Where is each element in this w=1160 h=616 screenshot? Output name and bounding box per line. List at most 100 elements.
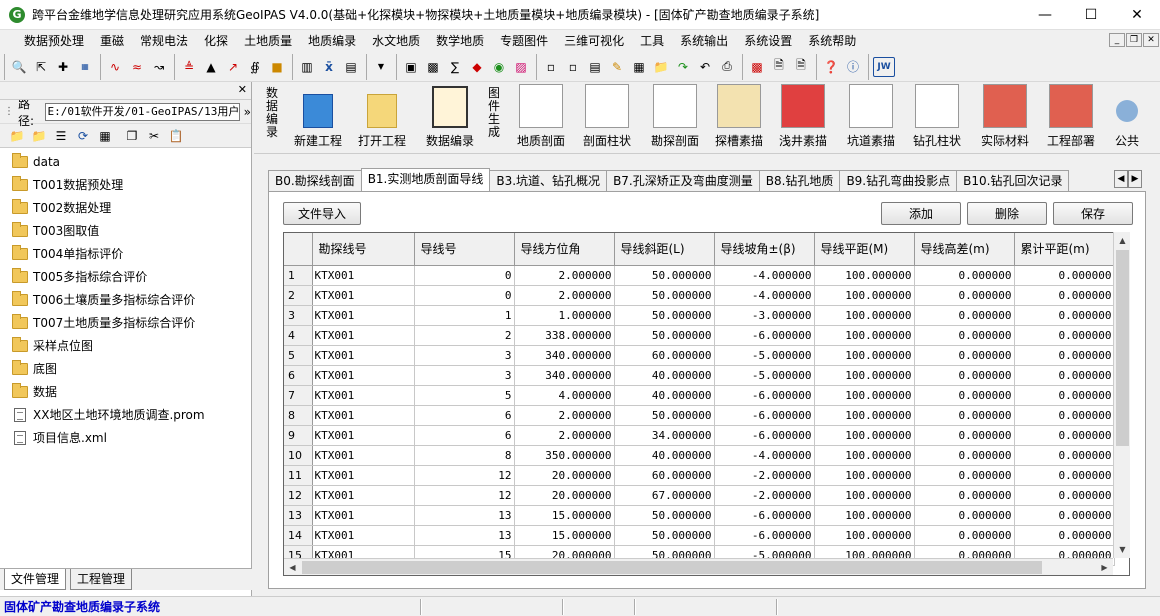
table-cell[interactable]: 13 (414, 505, 515, 526)
table-row[interactable]: 4 KTX001 2 338.000000 50.000000 -6.000000 100.… (284, 325, 1115, 346)
table-cell[interactable]: 0.000000 (914, 405, 1015, 426)
table-cell[interactable]: 1.000000 (514, 305, 615, 326)
pattern-icon[interactable]: ▨ (511, 57, 531, 77)
table-cell[interactable]: 2 (414, 325, 515, 346)
tree-item[interactable]: 采样点位图 (0, 334, 251, 357)
horizontal-scrollbar[interactable]: ◀ ▶ (284, 558, 1113, 575)
tree-item[interactable]: 底图 (0, 357, 251, 380)
table-cell[interactable]: 20.000000 (514, 465, 615, 486)
table-cell[interactable]: 0.000000 (1014, 465, 1115, 486)
calc-icon[interactable]: ▦ (629, 57, 649, 77)
table-cell[interactable]: 0.000000 (914, 525, 1015, 546)
curve-node-icon[interactable]: ↝ (149, 57, 169, 77)
help-icon[interactable]: ❓ (821, 57, 841, 77)
table-cell[interactable]: 0.000000 (1014, 385, 1115, 406)
menu-item[interactable]: 系统输出 (672, 30, 736, 52)
table-cell[interactable]: 100.000000 (814, 405, 915, 426)
maximize-icon[interactable]: ☐ (1068, 0, 1114, 30)
delete-button[interactable]: 删除 (967, 202, 1047, 225)
menu-item[interactable]: 工具 (632, 30, 672, 52)
map-tool-button[interactable]: 地质剖面 (510, 84, 572, 152)
menu-item[interactable]: 三维可视化 (556, 30, 632, 52)
table-cell[interactable]: KTX001 (312, 485, 415, 506)
jw-logo-icon[interactable]: JW (873, 56, 895, 77)
cut-icon[interactable]: ✂ (144, 126, 164, 146)
folder-up-icon[interactable]: 📁 (7, 126, 27, 146)
table-row[interactable]: 10 KTX001 8 350.000000 40.000000 -4.000000 100… (284, 445, 1115, 466)
mdi-close-icon[interactable]: ✕ (1143, 33, 1159, 47)
table-cell[interactable]: -5.000000 (714, 365, 815, 386)
tab-file-manager[interactable]: 文件管理 (4, 569, 67, 590)
map-tool-button[interactable]: 剖面柱状 (576, 84, 638, 152)
table-cell[interactable]: 100.000000 (814, 525, 915, 546)
data-tab[interactable]: B3.坑道、钻孔概况 (489, 170, 608, 192)
tab-project-manager[interactable]: 工程管理 (70, 569, 133, 590)
panel-close-icon[interactable]: ✕ (238, 83, 247, 96)
menu-item[interactable]: 系统设置 (736, 30, 800, 52)
table-cell[interactable]: -5.000000 (714, 345, 815, 366)
table-row[interactable]: 5 KTX001 3 340.000000 60.000000 -5.000000 100.… (284, 345, 1115, 366)
tree-item[interactable]: T005多指标综合评价 (0, 265, 251, 288)
table-cell[interactable]: 2.000000 (514, 285, 615, 306)
table-cell[interactable]: KTX001 (312, 325, 415, 346)
table-cell[interactable]: 50.000000 (614, 325, 715, 346)
refresh-icon[interactable]: ⟳ (73, 126, 93, 146)
trend-chart-icon[interactable]: ↗ (223, 57, 243, 77)
scroll-left-icon[interactable]: ◀ (284, 559, 301, 576)
zoom-extent-icon[interactable]: ⇱ (31, 57, 51, 77)
table-row[interactable]: 2 KTX001 0 2.000000 50.000000 -4.000000 100.00… (284, 285, 1115, 306)
table-cell[interactable]: 2.000000 (514, 265, 615, 286)
table-cell[interactable]: 15.000000 (514, 505, 615, 526)
table-row[interactable]: 3 KTX001 1 1.000000 50.000000 -3.000000 100.00… (284, 305, 1115, 326)
table-cell[interactable]: -4.000000 (714, 445, 815, 466)
table-cell[interactable]: 100.000000 (814, 285, 915, 306)
table-cell[interactable]: 100.000000 (814, 305, 915, 326)
table-cell[interactable]: 100.000000 (814, 445, 915, 466)
new-project-button[interactable]: 新建工程 (290, 84, 346, 152)
table-stats-icon[interactable]: ▤ (341, 57, 361, 77)
table-cell[interactable]: 0.000000 (914, 485, 1015, 506)
column-header[interactable]: 导线方位角 (514, 233, 615, 266)
menu-item[interactable]: 地质编录 (300, 30, 364, 52)
menu-item[interactable]: 数学地质 (428, 30, 492, 52)
minimize-icon[interactable]: — (1022, 0, 1068, 30)
table-cell[interactable]: -4.000000 (714, 285, 815, 306)
table-cell[interactable]: 100.000000 (814, 385, 915, 406)
table-cell[interactable]: 13 (414, 525, 515, 546)
table-cell[interactable]: 0.000000 (914, 385, 1015, 406)
table-cell[interactable]: KTX001 (312, 445, 415, 466)
table-cell[interactable]: -6.000000 (714, 525, 815, 546)
table-cell[interactable]: 50.000000 (614, 505, 715, 526)
menu-item[interactable]: 数据预处理 (16, 30, 92, 52)
table-cell[interactable]: 50.000000 (614, 285, 715, 306)
table-cell[interactable]: 0.000000 (914, 465, 1015, 486)
table-cell[interactable]: -4.000000 (714, 265, 815, 286)
table-cell[interactable]: 0.000000 (914, 365, 1015, 386)
paste-icon[interactable]: 📋 (166, 126, 186, 146)
data-tab[interactable]: B8.钻孔地质 (758, 170, 841, 192)
grid-icon[interactable]: ▦ (75, 57, 95, 77)
table-row[interactable]: 1 KTX001 0 2.000000 50.000000 -4.000000 100.00… (284, 265, 1115, 286)
table-cell[interactable]: KTX001 (312, 305, 415, 326)
menu-item[interactable]: 化探 (196, 30, 236, 52)
table-cell[interactable]: 8 (414, 445, 515, 466)
table-cell[interactable]: 0.000000 (914, 285, 1015, 306)
table-cell[interactable]: 20.000000 (514, 485, 615, 506)
polygon-fill-icon[interactable]: ◆ (467, 57, 487, 77)
table-cell[interactable]: 0.000000 (914, 505, 1015, 526)
table-cell[interactable]: -2.000000 (714, 485, 815, 506)
table-cell[interactable]: 0.000000 (1014, 365, 1115, 386)
tree-item[interactable]: T006土壤质量多指标综合评价 (0, 288, 251, 311)
scroll-right-icon[interactable]: ▶ (1096, 559, 1113, 576)
table-cell[interactable]: 0.000000 (1014, 485, 1115, 506)
export-icon[interactable]: ↷ (673, 57, 693, 77)
tree-item[interactable]: T003图取值 (0, 219, 251, 242)
table-cell[interactable]: 0.000000 (1014, 265, 1115, 286)
table-cell[interactable]: 340.000000 (514, 345, 615, 366)
table-row[interactable]: 8 KTX001 6 2.000000 50.000000 -6.000000 100.00… (284, 405, 1115, 426)
table-cell[interactable]: KTX001 (312, 505, 415, 526)
path-input[interactable]: E:/01软件开发/01-GeoIPAS/13用户 (44, 102, 240, 121)
table-cell[interactable]: 0.000000 (1014, 505, 1115, 526)
table-cell[interactable]: 40.000000 (614, 445, 715, 466)
tree-item[interactable]: T001数据预处理 (0, 173, 251, 196)
